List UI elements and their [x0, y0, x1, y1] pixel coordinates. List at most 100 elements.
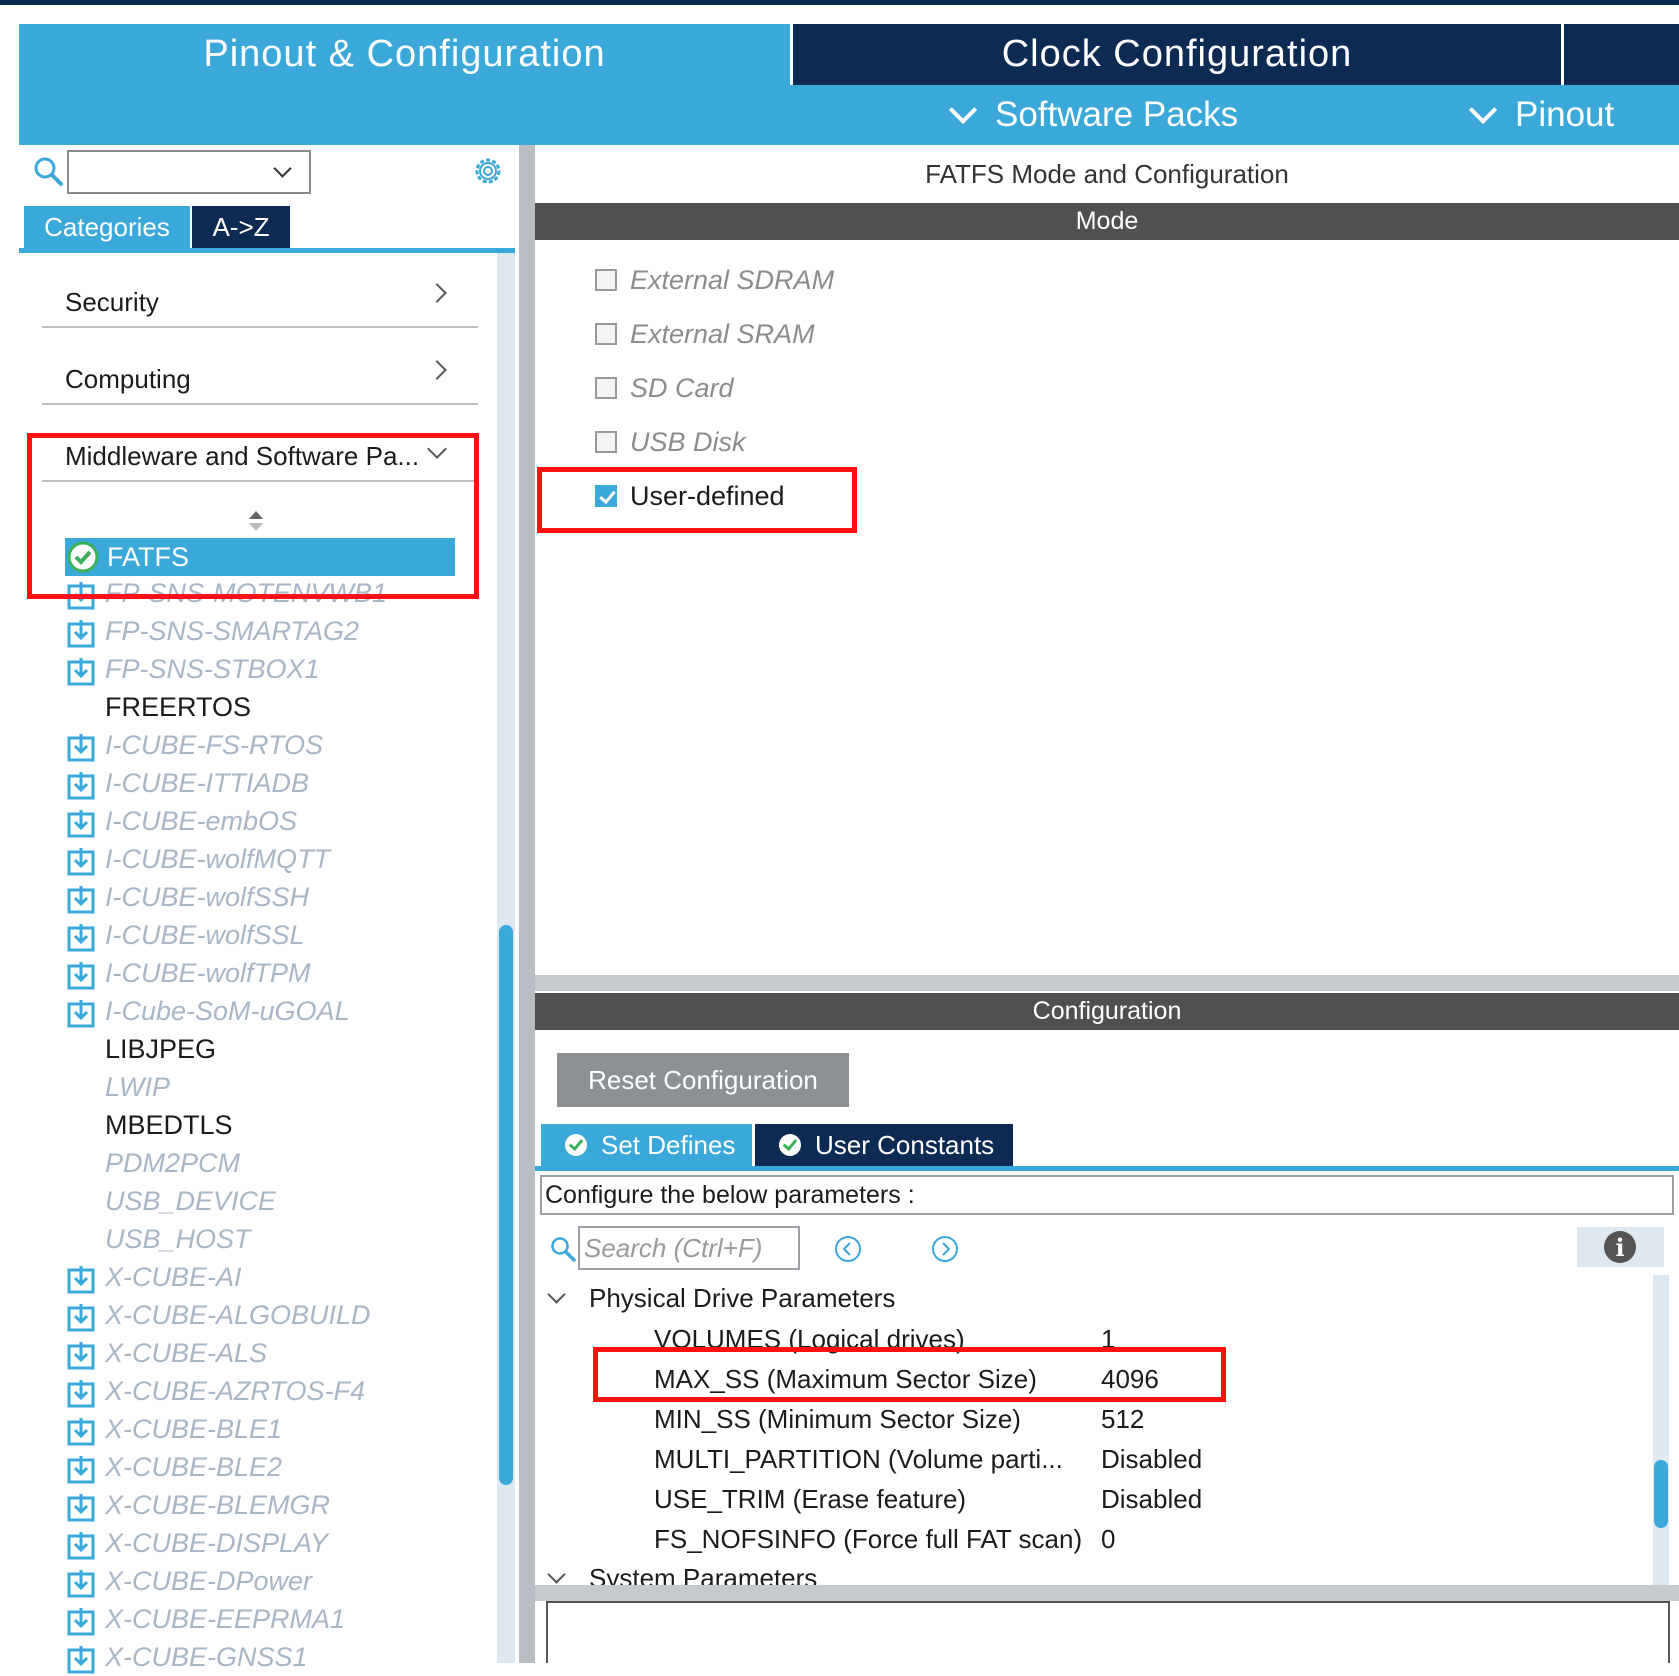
search-icon[interactable] [32, 155, 64, 187]
mode-option-external-sram[interactable]: External SRAM [595, 314, 815, 354]
parameter-search-input[interactable]: Search (Ctrl+F) [578, 1226, 800, 1270]
group-label: Physical Drive Parameters [589, 1282, 896, 1313]
checkbox[interactable] [595, 431, 617, 453]
download-icon [67, 1266, 95, 1294]
param-name: MULTI_PARTITION (Volume parti... [654, 1444, 1063, 1474]
category-computing[interactable]: Computing [42, 343, 478, 405]
middleware-item-label: I-CUBE-ITTIADB [105, 768, 310, 798]
middleware-item-label: X-CUBE-AI [105, 1262, 242, 1292]
param-value[interactable]: Disabled [1101, 1444, 1202, 1475]
download-icon [67, 1646, 95, 1674]
chevron-down-icon [547, 1284, 566, 1304]
download-icon [67, 924, 95, 952]
annotation-box-user-defined [537, 467, 857, 533]
param-value[interactable]: 0 [1101, 1524, 1115, 1555]
download-icon [67, 886, 95, 914]
param-name: FS_NOFSINFO (Force full FAT scan) [654, 1524, 1083, 1554]
param-row-multi-partition[interactable]: MULTI_PARTITION (Volume parti... Disable… [654, 1438, 1254, 1478]
category-label: Computing [65, 364, 191, 394]
panel-splitter[interactable] [519, 145, 535, 1663]
mode-option-label: External SDRAM [630, 264, 835, 295]
middleware-item-label: X-CUBE-DPower [105, 1566, 313, 1596]
tab-clock-configuration[interactable]: Clock Configuration [793, 24, 1561, 85]
software-packs-menu[interactable]: Software Packs [948, 85, 1238, 145]
panel-title: FATFS Mode and Configuration [925, 158, 1289, 189]
download-icon [67, 1000, 95, 1028]
mode-option-external-sdram[interactable]: External SDRAM [595, 260, 834, 300]
download-icon [67, 1304, 95, 1332]
group-physical-drive-parameters[interactable]: Physical Drive Parameters [547, 1278, 896, 1318]
chevron-right-icon [427, 360, 447, 380]
middleware-item-label: I-Cube-SoM-uGOAL [105, 996, 350, 1026]
mode-option-label: USB Disk [630, 426, 746, 457]
middleware-item-label: X-CUBE-EEPRMA1 [105, 1604, 346, 1634]
checkbox[interactable] [595, 377, 617, 399]
middleware-item-label: FP-SNS-STBOX1 [105, 654, 320, 684]
config-scrollbar-thumb[interactable] [1654, 1460, 1668, 1528]
download-icon [67, 1608, 95, 1636]
middleware-item-label: USB_HOST [105, 1224, 251, 1254]
middleware-item-label: I-CUBE-wolfMQTT [105, 844, 330, 874]
middleware-item-label: X-CUBE-AZRTOS-F4 [105, 1376, 366, 1406]
checkbox[interactable] [595, 323, 617, 345]
middleware-item-label: X-CUBE-BLEMGR [105, 1490, 331, 1520]
pinout-menu[interactable]: Pinout [1468, 85, 1614, 145]
category-security[interactable]: Security [42, 266, 478, 328]
info-button[interactable]: i [1577, 1227, 1664, 1267]
download-icon [67, 848, 95, 876]
tab-label: Set Defines [601, 1129, 736, 1160]
search-combo[interactable] [67, 150, 311, 194]
download-icon [67, 1570, 95, 1598]
check-circle-icon [779, 1134, 801, 1156]
middleware-item-label: MBEDTLS [105, 1110, 233, 1140]
top-strip [0, 0, 1679, 5]
middleware-item-label: FP-SNS-SMARTAG2 [105, 616, 360, 646]
download-icon [67, 962, 95, 990]
param-value[interactable]: 512 [1101, 1404, 1144, 1435]
download-icon [67, 1532, 95, 1560]
description-splitter[interactable] [535, 1585, 1679, 1601]
download-icon [67, 1494, 95, 1522]
download-icon [67, 810, 95, 838]
mode-option-label: SD Card [630, 372, 734, 403]
middleware-item-label: X-CUBE-BLE1 [105, 1414, 283, 1444]
param-value[interactable]: Disabled [1101, 1484, 1202, 1515]
gear-icon[interactable] [470, 153, 506, 189]
middleware-item-label: X-CUBE-ALGOBUILD [105, 1300, 371, 1330]
middleware-item-label: I-CUBE-embOS [105, 806, 298, 836]
annotation-box-max-ss [593, 1347, 1226, 1402]
previous-match-icon[interactable] [834, 1235, 862, 1263]
middleware-item-label: X-CUBE-GNSS1 [105, 1642, 308, 1672]
config-tab-underline [535, 1166, 1679, 1171]
left-scrollbar-thumb[interactable] [499, 925, 513, 1485]
category-label: Security [65, 287, 159, 317]
mode-option-label: External SRAM [630, 318, 815, 349]
mode-option-usb-disk[interactable]: USB Disk [595, 422, 746, 462]
tab-categories[interactable]: Categories [24, 206, 190, 248]
config-scrollbar[interactable] [1653, 1275, 1669, 1585]
next-match-icon[interactable] [931, 1235, 959, 1263]
tab-pinout-configuration[interactable]: Pinout & Configuration [19, 24, 790, 85]
annotation-box-middleware [27, 433, 479, 599]
mode-config-splitter[interactable] [535, 975, 1679, 991]
param-row-use-trim[interactable]: USE_TRIM (Erase feature) Disabled [654, 1478, 1254, 1518]
tab-user-constants[interactable]: User Constants [755, 1124, 1013, 1166]
search-icon[interactable] [550, 1236, 576, 1262]
chevron-down-icon [1468, 95, 1498, 125]
middleware-item-label: LWIP [105, 1072, 171, 1102]
middleware-item-label: I-CUBE-wolfSSH [105, 882, 310, 912]
sub-toolbar: Software Packs Pinout [19, 85, 1679, 145]
tab-a-z[interactable]: A->Z [192, 206, 290, 248]
mode-option-sd-card[interactable]: SD Card [595, 368, 734, 408]
configuration-section-header: Configuration [535, 993, 1679, 1030]
middleware-item-label: I-CUBE-wolfSSL [105, 920, 305, 950]
check-circle-icon [565, 1134, 587, 1156]
checkbox[interactable] [595, 269, 617, 291]
middleware-item-label: USB_DEVICE [105, 1186, 277, 1216]
reset-configuration-button[interactable]: Reset Configuration [557, 1053, 849, 1107]
param-row-min-ss[interactable]: MIN_SS (Minimum Sector Size) 512 [654, 1398, 1254, 1438]
tab-overflow[interactable] [1564, 24, 1679, 85]
param-row-fs-nofsinfo[interactable]: FS_NOFSINFO (Force full FAT scan) 0 [654, 1518, 1254, 1558]
tab-set-defines[interactable]: Set Defines [541, 1124, 752, 1166]
download-icon [67, 1342, 95, 1370]
